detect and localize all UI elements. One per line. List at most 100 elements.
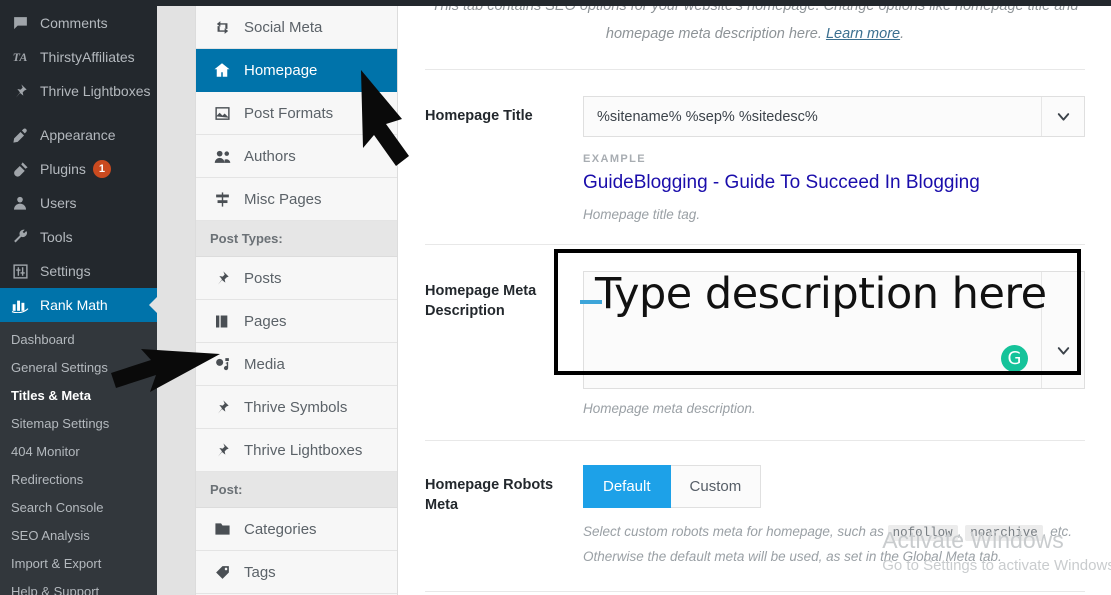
- robots-meta-toggle-group: Default Custom: [583, 465, 1085, 508]
- sidebar-item-appearance[interactable]: Appearance: [0, 118, 157, 152]
- nav-item-label: Categories: [244, 520, 317, 538]
- sliders-icon: [9, 261, 31, 281]
- homepage-robots-meta-help: Select custom robots meta for homepage, …: [583, 520, 1085, 569]
- nav-item-thrive-symbols[interactable]: Thrive Symbols: [196, 386, 397, 429]
- sidebar-item-label: Users: [40, 195, 77, 211]
- submenu-item-redirections[interactable]: Redirections: [0, 465, 157, 493]
- sidebar-item-thirstyaffiliates[interactable]: TA ThirstyAffiliates: [0, 40, 157, 74]
- homepage-title-input[interactable]: %sitename% %sep% %sitedesc%: [584, 97, 1041, 136]
- tag-icon: [210, 562, 234, 582]
- nav-item-label: Media: [244, 355, 285, 373]
- chevron-down-icon[interactable]: [1041, 97, 1084, 136]
- sidebar-separator: [0, 108, 157, 118]
- homepage-title-input-wrap[interactable]: %sitename% %sep% %sitedesc%: [583, 96, 1085, 137]
- pin-icon: [210, 397, 234, 417]
- sidebar-item-label: Settings: [40, 263, 91, 279]
- nav-item-categories[interactable]: Categories: [196, 508, 397, 551]
- example-title-preview: GuideBlogging - Guide To Succeed In Blog…: [583, 172, 980, 193]
- submenu-item-help-support[interactable]: Help & Support: [0, 577, 157, 595]
- homepage-title-help: Homepage title tag.: [583, 207, 701, 222]
- submenu-item-sitemap-settings[interactable]: Sitemap Settings: [0, 409, 157, 437]
- nav-item-media[interactable]: Media: [196, 343, 397, 386]
- tab-intro-text: This tab contains SEO options for your w…: [399, 6, 1111, 48]
- titles-meta-nav-panel: Social Meta Homepage Post Formats Authors Mi…: [195, 6, 398, 595]
- robots-help-sep: ,: [957, 524, 962, 539]
- field-homepage-robots-meta: Homepage Robots Meta Default Custom Sele…: [399, 441, 1111, 569]
- screen-root: Comments TA ThirstyAffiliates Thrive Lightb…: [0, 0, 1111, 595]
- field-homepage-meta-description: Homepage Meta Description G Homepage met…: [399, 245, 1111, 416]
- submenu-item-search-console[interactable]: Search Console: [0, 493, 157, 521]
- nav-group-header: Post Types:: [196, 221, 397, 257]
- nav-item-pages[interactable]: Pages: [196, 300, 397, 343]
- submenu-item-dashboard[interactable]: Dashboard: [0, 325, 157, 353]
- submenu-item-404-monitor[interactable]: 404 Monitor: [0, 437, 157, 465]
- code-noarchive: noarchive: [965, 525, 1043, 541]
- pin-icon: [9, 81, 31, 101]
- field-homepage-title: Homepage Title %sitename% %sep% %sitedes…: [399, 70, 1111, 222]
- sidebar-item-users[interactable]: Users: [0, 186, 157, 220]
- main-content: This tab contains SEO options for your w…: [399, 6, 1111, 595]
- gray-gutter: [157, 6, 195, 595]
- nav-item-tags[interactable]: Tags: [196, 551, 397, 594]
- pin-icon: [210, 268, 234, 288]
- plug-icon: [9, 159, 31, 179]
- submenu-item-titles-meta[interactable]: Titles & Meta: [0, 381, 157, 409]
- code-nofollow: nofollow: [887, 525, 958, 541]
- pages-icon: [210, 311, 234, 331]
- sidebar-item-plugins[interactable]: Plugins 1: [0, 152, 157, 186]
- signpost-icon: [210, 189, 234, 209]
- plugins-update-badge: 1: [92, 160, 111, 178]
- sidebar-item-label: Tools: [40, 229, 73, 245]
- nav-item-label: Thrive Lightboxes: [244, 441, 363, 459]
- robots-meta-option-custom[interactable]: Custom: [670, 465, 762, 508]
- submenu-item-seo-analysis[interactable]: SEO Analysis: [0, 521, 157, 549]
- nav-item-authors[interactable]: Authors: [196, 135, 397, 178]
- nav-item-post-formats[interactable]: Post Formats: [196, 92, 397, 135]
- sidebar-item-label: Plugins: [40, 161, 86, 177]
- nav-item-posts[interactable]: Posts: [196, 257, 397, 300]
- submenu-item-import-export[interactable]: Import & Export: [0, 549, 157, 577]
- pin-icon: [210, 440, 234, 460]
- submenu-item-general-settings[interactable]: General Settings: [0, 353, 157, 381]
- user-icon: [9, 193, 31, 213]
- nav-item-homepage[interactable]: Homepage: [196, 49, 397, 92]
- nav-item-social-meta[interactable]: Social Meta: [196, 6, 397, 49]
- folder-icon: [210, 519, 234, 539]
- paintbrush-icon: [9, 125, 31, 145]
- robots-help-line-2: Otherwise the default meta will be used,…: [583, 549, 1002, 564]
- nav-item-label: Thrive Symbols: [244, 398, 348, 416]
- sidebar-item-label: Appearance: [40, 127, 116, 143]
- homepage-title-label: Homepage Title: [425, 108, 533, 124]
- learn-more-link[interactable]: Learn more: [826, 26, 900, 42]
- nav-item-label: Authors: [244, 147, 296, 165]
- sidebar-item-label: Comments: [40, 15, 108, 31]
- sidebar-item-comments[interactable]: Comments: [0, 6, 157, 40]
- sidebar-item-thrive-lightboxes[interactable]: Thrive Lightboxes: [0, 74, 157, 108]
- robots-help-part-2: , etc.: [1042, 524, 1072, 539]
- thirsty-affiliates-icon: TA: [12, 49, 28, 64]
- example-label: EXAMPLE: [583, 153, 646, 165]
- active-indicator-arrow: [149, 297, 157, 313]
- rank-math-icon: [9, 295, 31, 315]
- robots-meta-option-default[interactable]: Default: [583, 465, 671, 508]
- sidebar-item-tools[interactable]: Tools: [0, 220, 157, 254]
- nav-item-misc-pages[interactable]: Misc Pages: [196, 178, 397, 221]
- nav-item-label: Tags: [244, 563, 276, 581]
- users-icon: [210, 146, 234, 166]
- wrench-icon: [9, 227, 31, 247]
- grammarly-icon[interactable]: G: [1001, 345, 1028, 372]
- sidebar-item-label: Rank Math: [40, 297, 108, 313]
- rank-math-submenu: Dashboard General Settings Titles & Meta Si…: [0, 322, 157, 595]
- sidebar-item-settings[interactable]: Settings: [0, 254, 157, 288]
- nav-item-thrive-lightboxes[interactable]: Thrive Lightboxes: [196, 429, 397, 472]
- robots-help-part-1: Select custom robots meta for homepage, …: [583, 524, 884, 539]
- nav-item-label: Homepage: [244, 61, 318, 79]
- homepage-meta-description-label: Homepage Meta Description: [425, 283, 537, 319]
- image-icon: [210, 103, 234, 123]
- sidebar-item-label: ThirstyAffiliates: [40, 49, 135, 65]
- homepage-robots-meta-label: Homepage Robots Meta: [425, 477, 554, 513]
- share-icon: [210, 17, 234, 37]
- chevron-down-icon[interactable]: [1041, 272, 1084, 388]
- sidebar-item-rank-math[interactable]: Rank Math: [0, 288, 157, 322]
- media-icon: [210, 354, 234, 374]
